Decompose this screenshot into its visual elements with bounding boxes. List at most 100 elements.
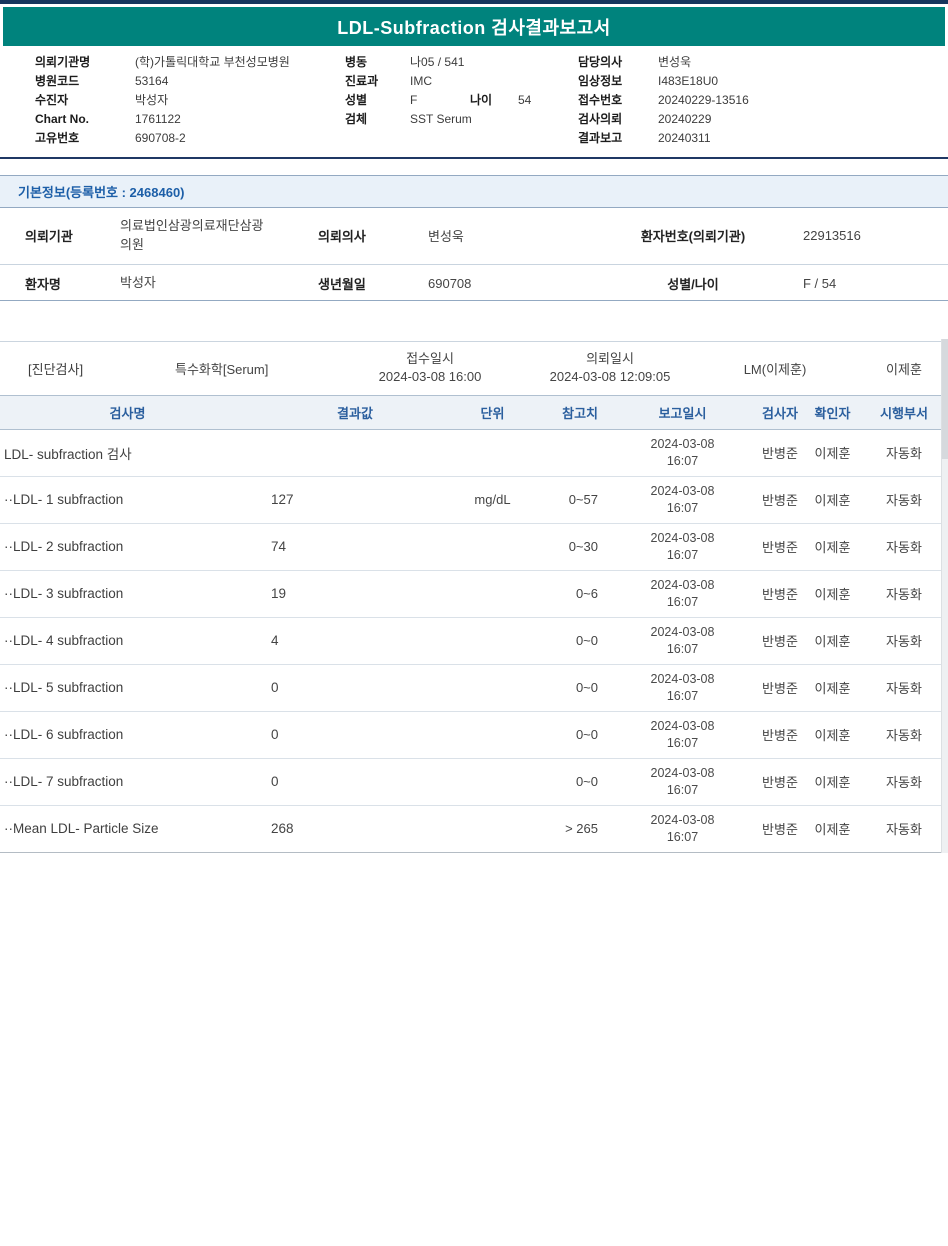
result-department: 자동화 [860, 430, 948, 476]
scrollbar-thumb[interactable] [942, 339, 948, 459]
header-field-label: 결과보고 [578, 129, 658, 148]
header-divider-line [0, 157, 948, 159]
result-tester: 반병준 [755, 571, 805, 617]
header-field-label: 임상정보 [578, 72, 658, 91]
request-datetime-label: 의뢰일시 [586, 350, 634, 368]
result-confirmer: 이제훈 [805, 712, 860, 758]
result-unit [455, 571, 530, 617]
header-field: 진료과IMC [345, 72, 531, 91]
result-test-name: ··LDL- 4 subfraction [0, 618, 255, 664]
result-unit: mg/dL [455, 477, 530, 523]
result-test-name: ··LDL- 1 subfraction [0, 477, 255, 523]
ldl-subfraction-report-page: { "title_bar": { "title": "LDL-Subfracti… [0, 0, 948, 1246]
age-value: 54 [518, 93, 531, 107]
birthdate-label: 생년월일 [295, 265, 403, 302]
top-navy-line [0, 0, 948, 4]
column-header-test-name: 검사명 [0, 396, 255, 429]
result-tester: 반병준 [755, 430, 805, 476]
exam-section-row: [진단검사] 특수화학[Serum] 접수일시 2024-03-08 16:00… [0, 342, 948, 395]
result-report-date: 2024-03-08 [651, 577, 715, 594]
result-tester: 반병준 [755, 524, 805, 570]
result-reference-range: 0~0 [530, 712, 610, 758]
header-field: 담당의사변성욱 [578, 53, 749, 72]
result-tester: 반병준 [755, 618, 805, 664]
header-field-label: 의뢰기관명 [35, 53, 135, 72]
patient-number-value: 22913516 [793, 208, 948, 264]
result-report-date: 2024-03-08 [651, 671, 715, 688]
result-confirmer: 이제훈 [805, 618, 860, 664]
lm-reader: LM(이제훈) [690, 342, 860, 395]
result-row: LDL- subfraction 검사 2024-03-08 16:07 반병준… [0, 430, 948, 477]
header-field-label: 진료과 [345, 72, 410, 91]
header-field-value: SST Serum [410, 112, 472, 126]
column-header-result: 결과값 [255, 396, 455, 429]
header-field-label: 고유번호 [35, 129, 135, 148]
result-department: 자동화 [860, 665, 948, 711]
result-row: ··LDL- 1 subfraction 127 mg/dL 0~57 2024… [0, 477, 948, 524]
header-field: 병동나05 / 541 [345, 53, 531, 72]
requesting-doctor-value: 변성욱 [403, 208, 593, 264]
result-report-date: 2024-03-08 [651, 624, 715, 641]
results-table-body: LDL- subfraction 검사 2024-03-08 16:07 반병준… [0, 430, 948, 853]
header-field: Chart No.1761122 [35, 110, 290, 129]
patient-name-value: 박성자 [95, 265, 295, 302]
column-header-report-datetime: 보고일시 [610, 396, 755, 429]
column-header-unit: 단위 [455, 396, 530, 429]
header-field-value: 20240229-13516 [658, 93, 749, 107]
header-field-label: 병원코드 [35, 72, 135, 91]
column-header-department: 시행부서 [860, 396, 948, 429]
header-field-value: 나05 / 541 [410, 55, 464, 69]
results-table-header: 검사명 결과값 단위 참고치 보고일시 검사자 확인자 시행부서 [0, 395, 948, 430]
result-report-time: 16:07 [667, 641, 698, 658]
header-field-value: I483E18U0 [658, 74, 718, 88]
result-report-time: 16:07 [667, 829, 698, 846]
request-datetime-cell: 의뢰일시 2024-03-08 12:09:05 [530, 342, 690, 395]
header-field-label: 성별 [345, 91, 410, 110]
result-unit [455, 524, 530, 570]
result-report-time: 16:07 [667, 500, 698, 517]
column-header-tester: 검사자 [755, 396, 805, 429]
sex-age-label: 성별/나이 [593, 265, 793, 302]
result-row: ··LDL- 4 subfraction 4 0~0 2024-03-08 16… [0, 618, 948, 665]
result-value: 0 [255, 759, 455, 805]
result-report-datetime: 2024-03-08 16:07 [610, 571, 755, 617]
result-report-datetime: 2024-03-08 16:07 [610, 712, 755, 758]
result-department: 자동화 [860, 571, 948, 617]
basic-info-row-1: 의뢰기관 의료법인삼광의료재단삼광의원 의뢰의사 변성욱 환자번호(의뢰기관) … [0, 208, 948, 265]
result-test-name: ··Mean LDL- Particle Size [0, 806, 255, 852]
result-report-date: 2024-03-08 [651, 436, 715, 453]
result-value: 4 [255, 618, 455, 664]
result-value: 74 [255, 524, 455, 570]
header-field: 임상정보I483E18U0 [578, 72, 749, 91]
result-row: ··LDL- 6 subfraction 0 0~0 2024-03-08 16… [0, 712, 948, 759]
header-field: 고유번호690708-2 [35, 129, 290, 148]
result-department: 자동화 [860, 759, 948, 805]
patient-header-col-institution: 의뢰기관명(학)가톨릭대학교 부천성모병원 병원코드53164 수진자박성자 C… [35, 53, 290, 148]
result-report-datetime: 2024-03-08 16:07 [610, 806, 755, 852]
result-report-date: 2024-03-08 [651, 483, 715, 500]
result-reference-range: 0~0 [530, 665, 610, 711]
result-report-time: 16:07 [667, 594, 698, 611]
result-confirmer: 이제훈 [805, 806, 860, 852]
header-field-label: 담당의사 [578, 53, 658, 72]
result-unit [455, 806, 530, 852]
result-tester: 반병준 [755, 665, 805, 711]
result-test-name: ··LDL- 7 subfraction [0, 759, 255, 805]
column-header-reference: 참고치 [530, 396, 610, 429]
header-field-value: 53164 [135, 74, 168, 88]
sex-age-value: F / 54 [793, 265, 948, 302]
result-test-name: ··LDL- 2 subfraction [0, 524, 255, 570]
requesting-institution-label: 의뢰기관 [0, 208, 95, 264]
sex-value: F [410, 91, 470, 110]
result-reference-range: 0~0 [530, 759, 610, 805]
header-field-value: 1761122 [135, 112, 181, 126]
result-report-datetime: 2024-03-08 16:07 [610, 618, 755, 664]
result-test-name: LDL- subfraction 검사 [0, 430, 255, 476]
result-value [255, 430, 455, 476]
result-test-name: ··LDL- 6 subfraction [0, 712, 255, 758]
result-confirmer: 이제훈 [805, 571, 860, 617]
header-field-value: 박성자 [135, 93, 168, 107]
result-tester: 반병준 [755, 759, 805, 805]
vertical-scrollbar[interactable] [941, 339, 948, 853]
result-value: 0 [255, 665, 455, 711]
